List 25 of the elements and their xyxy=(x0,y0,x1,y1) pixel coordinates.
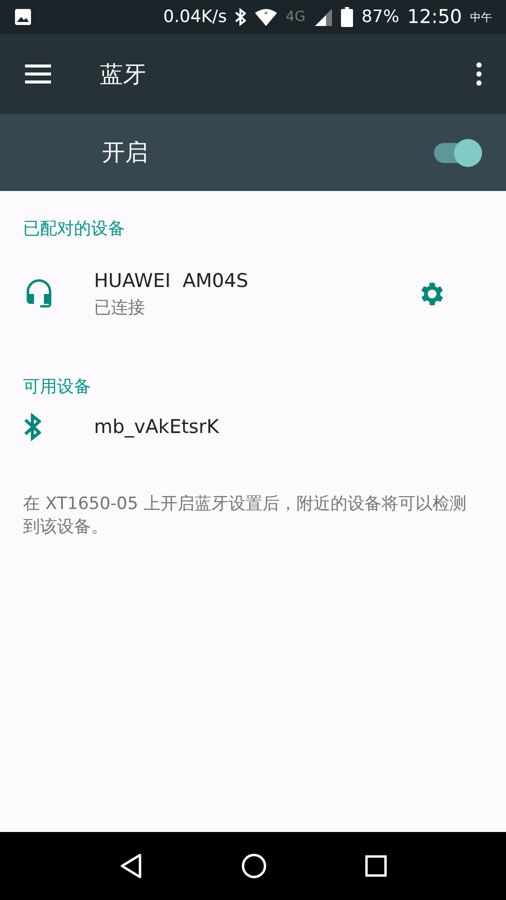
clock: 12:50 xyxy=(407,6,462,28)
bluetooth-icon xyxy=(234,8,246,26)
picture-icon xyxy=(14,8,32,26)
home-button[interactable] xyxy=(241,853,267,879)
network-type: 4G xyxy=(286,9,306,25)
back-button[interactable] xyxy=(119,853,143,879)
device-name[interactable]: mb_vAkEtsrK xyxy=(94,416,482,438)
device-name[interactable]: HUAWEI AM04S xyxy=(94,270,416,292)
battery-icon xyxy=(341,7,354,27)
time-period: 中午 xyxy=(470,10,492,24)
section-header: 可用设备 xyxy=(22,376,92,397)
more-options-button[interactable] xyxy=(476,62,482,86)
signal-icon xyxy=(313,7,334,27)
device-status: 已连接 xyxy=(94,296,146,318)
headset-icon xyxy=(24,278,54,310)
wifi-icon xyxy=(254,8,278,26)
visibility-note: 在 XT1650-05 上开启蓝牙设置后，附近的设备将可以检测到该设备。 xyxy=(23,493,468,539)
section-header: 已配对的设备 xyxy=(22,218,126,239)
switch-label: 开启 xyxy=(102,139,149,168)
menu-button[interactable] xyxy=(24,64,52,84)
recents-button[interactable] xyxy=(365,855,387,877)
bluetooth-icon xyxy=(24,413,41,441)
battery-percent: 87% xyxy=(361,7,400,27)
page-title: 蓝牙 xyxy=(100,60,147,90)
network-speed: 0.04K/s xyxy=(163,7,227,27)
